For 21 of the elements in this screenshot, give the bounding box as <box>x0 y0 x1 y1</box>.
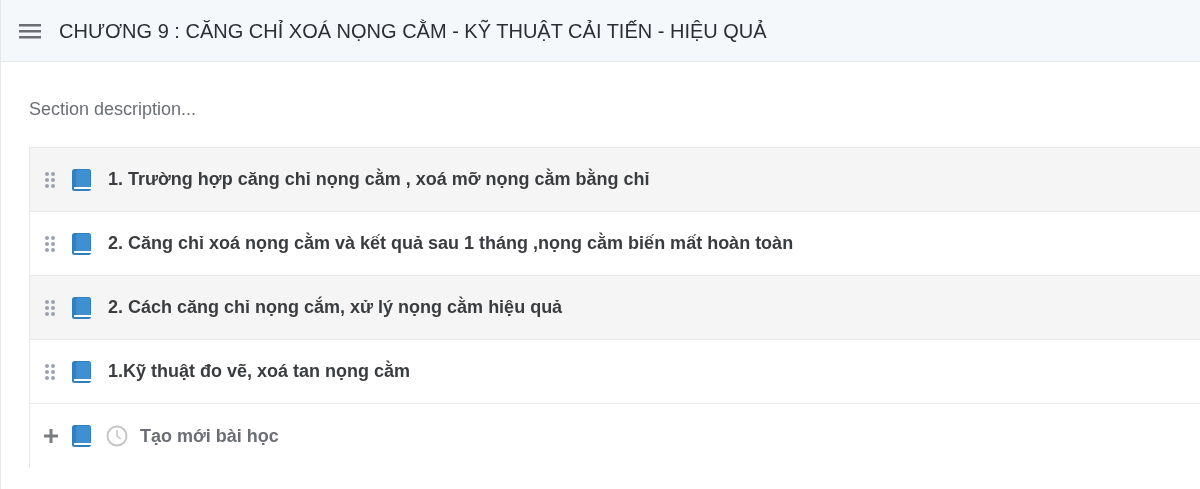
section-title: CHƯƠNG 9 : CĂNG CHỈ XOÁ NỌNG CẰM - KỸ THUẬT CẢI TIẾN - HIỆU QUẢ <box>59 18 767 44</box>
drag-handle-icon[interactable] <box>44 170 56 189</box>
book-icon <box>70 359 94 384</box>
book-icon <box>70 231 94 256</box>
book-icon <box>70 424 94 448</box>
drag-handle-icon[interactable] <box>44 362 56 381</box>
menu-icon[interactable] <box>19 22 41 39</box>
drag-handle-icon[interactable] <box>44 298 56 317</box>
lesson-row[interactable]: 1. Trường hợp căng chỉ nọng cằm , xoá mỡ nọng cằm bằng chỉ <box>30 148 1200 212</box>
lesson-title: 1.Kỹ thuật đo vẽ, xoá tan nọng cằm <box>108 359 411 383</box>
clock-icon <box>106 425 128 447</box>
drag-handle-icon[interactable] <box>44 234 56 253</box>
lesson-title: 2. Cách căng chỉ nọng cắm, xử lý nọng cằm hiệu quả <box>108 295 563 319</box>
lesson-title: 1. Trường hợp căng chỉ nọng cằm , xoá mỡ nọng cằm bằng chỉ <box>108 167 650 191</box>
lesson-title: 2. Căng chỉ xoá nọng cằm và kết quả sau 1 tháng ,nọng cằm biến mất hoàn toàn <box>108 231 794 255</box>
lesson-row[interactable]: 2. Cách căng chỉ nọng cắm, xử lý nọng cằm hiệu quả <box>30 276 1200 340</box>
description-field[interactable]: Section description... <box>29 96 629 123</box>
book-icon <box>70 167 94 192</box>
new-lesson-button[interactable]: Tạo mới bài học <box>140 422 279 450</box>
book-icon <box>70 295 94 320</box>
plus-icon[interactable] <box>44 429 58 443</box>
